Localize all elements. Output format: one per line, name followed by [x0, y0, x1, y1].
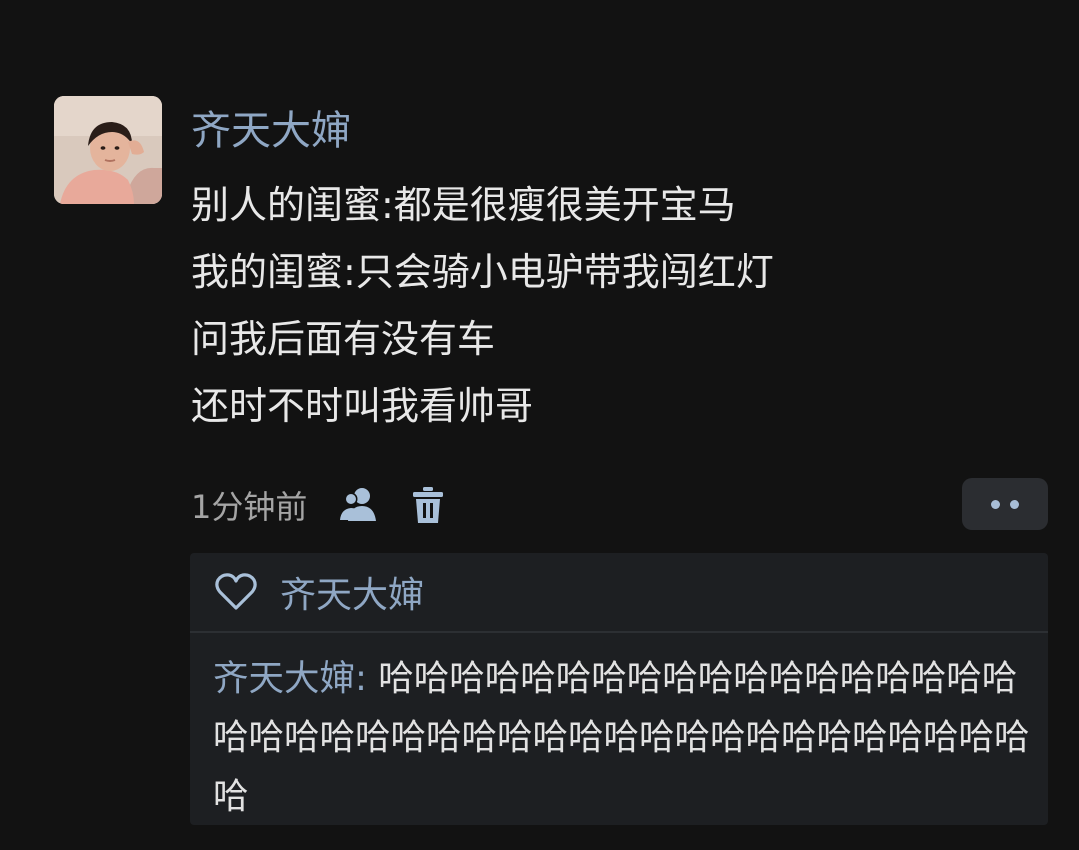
more-dot: [991, 499, 1000, 509]
avatar[interactable]: [54, 96, 162, 204]
moment-post: 齐天大婶 别人的闺蜜:都是很瘦很美开宝马 我的闺蜜:只会骑小电驴带我闯红灯 问我…: [0, 0, 1079, 850]
trash-icon[interactable]: [411, 485, 445, 525]
post-body-line: 还时不时叫我看帅哥: [191, 384, 534, 428]
comment-separator: :: [355, 658, 379, 699]
more-dots-icon[interactable]: [962, 478, 1048, 530]
comment-author[interactable]: 齐天大婶: [213, 658, 355, 699]
post-body-line: 问我后面有没有车: [191, 317, 496, 361]
heart-icon: [214, 572, 258, 612]
comment-item[interactable]: 齐天大婶: 哈哈哈哈哈哈哈哈哈哈哈哈哈哈哈哈哈哈哈哈哈哈哈哈哈哈哈哈哈哈哈哈哈哈…: [213, 649, 1033, 825]
post-author-name[interactable]: 齐天大婶: [191, 104, 351, 158]
more-dot: [1010, 499, 1019, 509]
post-body-line: 别人的闺蜜:都是很瘦很美开宝马: [191, 183, 736, 227]
likes-row: 齐天大婶: [190, 553, 1048, 633]
post-meta: 1分钟前: [191, 482, 445, 528]
post-timestamp: 1分钟前: [191, 488, 308, 526]
likes-and-comments-panel: 齐天大婶 齐天大婶: 哈哈哈哈哈哈哈哈哈哈哈哈哈哈哈哈哈哈哈哈哈哈哈哈哈哈哈哈哈…: [190, 553, 1048, 825]
post-body-line: 我的闺蜜:只会骑小电驴带我闯红灯: [191, 250, 774, 294]
people-icon[interactable]: [337, 485, 381, 525]
post-body: 别人的闺蜜:都是很瘦很美开宝马 我的闺蜜:只会骑小电驴带我闯红灯 问我后面有没有…: [191, 172, 1011, 440]
liker-name[interactable]: 齐天大婶: [280, 566, 424, 618]
avatar-photo: [54, 96, 162, 204]
